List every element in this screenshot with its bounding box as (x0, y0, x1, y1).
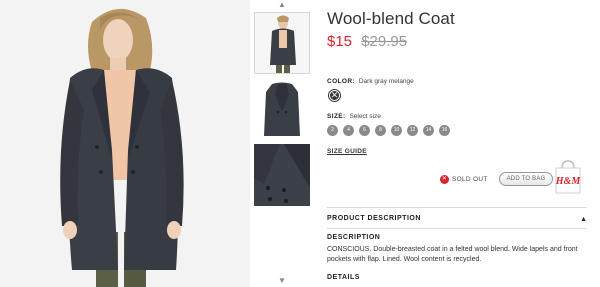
thumbnail-strip: ▲ ▼ (254, 0, 310, 287)
size-option-4[interactable]: 4 (343, 125, 354, 136)
shopping-bag-logo: H&M (553, 159, 583, 195)
thumbnail-model[interactable] (254, 12, 310, 74)
size-option-8[interactable]: 8 (375, 125, 386, 136)
add-to-bag-button[interactable]: ADD TO BAG (499, 172, 553, 186)
size-option-14[interactable]: 14 (423, 125, 434, 136)
unavailable-x-icon: ✕ (330, 90, 339, 100)
details-heading[interactable]: DETAILS (327, 274, 360, 281)
divider (327, 207, 587, 208)
color-value: Dark gray melange (358, 78, 414, 85)
product-title: Wool-blend Coat (327, 9, 455, 28)
size-value: Select size (349, 113, 381, 120)
sold-out-x-icon: ✕ (440, 175, 449, 184)
chevron-down-icon[interactable]: ▼ (254, 276, 310, 286)
description-text: CONSCIOUS. Double-breasted coat in a fel… (327, 246, 578, 263)
main-product-photo (0, 0, 250, 287)
product-description-header[interactable]: PRODUCT DESCRIPTION (327, 215, 421, 222)
sold-out-label: SOLD OUT (452, 176, 488, 184)
size-option-6[interactable]: 6 (359, 125, 370, 136)
original-price: $29.95 (361, 33, 408, 50)
thumbnail-coat-flat[interactable] (254, 78, 310, 140)
thumbnail-fabric-detail[interactable] (254, 144, 310, 206)
price-block: $15 $29.95 (327, 33, 407, 50)
color-label: COLOR: (327, 78, 356, 85)
caret-up-icon[interactable]: ▲ (580, 216, 587, 223)
size-option-12[interactable]: 12 (407, 125, 418, 136)
size-option-16[interactable]: 16 (439, 125, 450, 136)
sale-price: $15 (327, 33, 353, 50)
size-label-row: SIZE: Select size (327, 113, 381, 120)
brand-logo-text: H&M (555, 176, 582, 187)
sold-out-indicator: ✕ SOLD OUT (440, 175, 488, 184)
size-label: SIZE: (327, 113, 346, 120)
color-label-row: COLOR: Dark gray melange (327, 78, 414, 85)
divider (327, 228, 587, 229)
color-swatch-dark-gray[interactable]: ✕ (328, 89, 341, 102)
chevron-up-icon[interactable]: ▲ (254, 0, 310, 10)
size-option-10[interactable]: 10 (391, 125, 402, 136)
size-option-2[interactable]: 2 (327, 125, 338, 136)
description-heading: DESCRIPTION (327, 234, 381, 241)
size-guide-link[interactable]: SIZE GUIDE (327, 148, 367, 155)
